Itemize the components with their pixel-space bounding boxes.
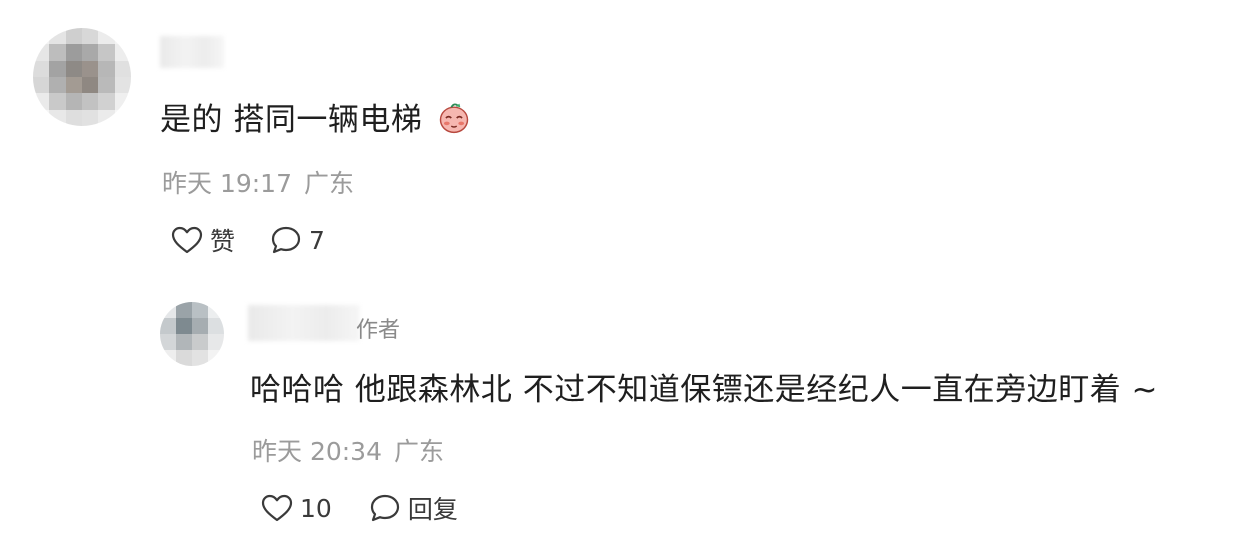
reply-button[interactable]: 回复 bbox=[368, 490, 458, 526]
reply-count-button[interactable]: 7 bbox=[269, 224, 325, 256]
reply-location: 广东 bbox=[394, 437, 445, 466]
author-avatar[interactable] bbox=[160, 302, 224, 366]
author-badge: 作者 bbox=[356, 318, 401, 343]
speech-bubble-icon bbox=[271, 226, 301, 254]
reply-like-count: 10 bbox=[300, 493, 332, 523]
reply-label: 回复 bbox=[407, 495, 458, 524]
comment-location: 广东 bbox=[304, 169, 355, 198]
speech-bubble-icon bbox=[370, 494, 399, 522]
reply-like-button[interactable]: 10 bbox=[260, 493, 332, 523]
reply-count: 7 bbox=[309, 225, 325, 255]
blushing-face-emoji-icon bbox=[440, 103, 469, 134]
author-name-blurred[interactable] bbox=[248, 305, 360, 341]
comment-text: 是的 搭同一辆电梯 bbox=[160, 94, 472, 139]
comment-time: 昨天 19:17 bbox=[162, 169, 292, 198]
heart-outline-icon bbox=[261, 494, 293, 522]
reply-time: 昨天 20:34 bbox=[252, 437, 382, 466]
like-label: 赞 bbox=[210, 227, 236, 256]
commenter-name-blurred[interactable] bbox=[160, 36, 224, 68]
heart-outline-icon bbox=[171, 226, 203, 254]
comment-meta: 昨天 19:17 广东 bbox=[162, 164, 354, 200]
comment-body: 是的 搭同一辆电梯 bbox=[160, 102, 423, 138]
reply-meta: 昨天 20:34 广东 bbox=[252, 432, 444, 468]
comment-actions: 赞 7 bbox=[170, 222, 325, 258]
reply-actions: 10 回复 bbox=[260, 490, 458, 526]
like-button[interactable]: 赞 bbox=[170, 222, 235, 258]
reply-text: 哈哈哈 他跟森林北 不过不知道保镖还是经纪人一直在旁边盯着 ~ bbox=[250, 372, 1159, 408]
commenter-avatar[interactable] bbox=[33, 28, 131, 126]
comment-thread: 是的 搭同一辆电梯 昨天 19:17 广东 赞 7 作者 哈哈哈 他跟森林北 不… bbox=[0, 0, 1260, 540]
